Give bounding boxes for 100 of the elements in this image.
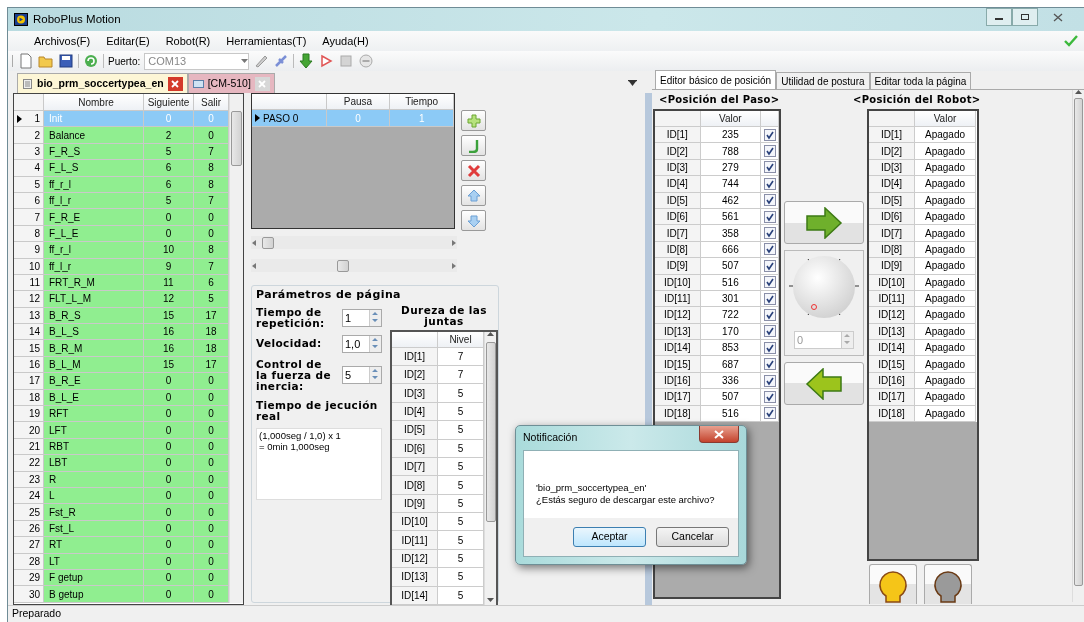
delete-step-button[interactable] [461, 160, 486, 181]
checkbox[interactable] [763, 374, 776, 387]
column-header[interactable]: Nombre [44, 94, 144, 111]
checkbox[interactable] [763, 292, 776, 305]
checkbox[interactable] [763, 227, 776, 240]
table-cell[interactable]: 516 [700, 405, 762, 423]
tab[interactable]: Utilidad de postura [776, 72, 870, 89]
scrollbar-thumb[interactable] [1074, 98, 1083, 586]
send-right-button[interactable] [784, 201, 864, 244]
light-off-button[interactable] [924, 564, 972, 604]
row-number[interactable]: 2 [14, 127, 44, 144]
scrollbar[interactable] [251, 236, 457, 249]
column-header[interactable]: Valor [915, 111, 976, 127]
download-button[interactable] [298, 53, 315, 69]
refresh-button[interactable] [83, 53, 99, 69]
spin-field[interactable]: 1 [342, 308, 382, 327]
dialog-button[interactable]: Aceptar [573, 527, 646, 547]
maximize-button[interactable] [1012, 8, 1038, 26]
column-header[interactable]: Valor [700, 111, 762, 127]
row-number[interactable]: 19 [14, 406, 44, 423]
save-button[interactable] [58, 53, 74, 69]
table-cell[interactable]: 462 [700, 192, 762, 209]
row-number[interactable]: 14 [14, 324, 44, 341]
scrollbar-thumb[interactable] [262, 236, 274, 249]
send-left-button[interactable] [784, 362, 864, 405]
dialog-button[interactable]: Cancelar [656, 527, 729, 547]
new-file-button[interactable] [18, 53, 34, 69]
row-number[interactable]: 9 [14, 242, 44, 259]
checkbox[interactable] [763, 407, 776, 420]
scrollbar[interactable] [484, 331, 496, 606]
menu-item[interactable]: Archivos(F) [26, 32, 99, 50]
pencil-button[interactable] [253, 53, 270, 69]
checkbox[interactable] [763, 259, 776, 272]
menu-item[interactable]: Ayuda(H) [314, 32, 377, 50]
checkbox[interactable] [763, 358, 776, 371]
table-cell[interactable]: 507 [700, 258, 762, 275]
checkbox[interactable] [763, 390, 776, 403]
checkbox[interactable] [763, 145, 776, 158]
play-button[interactable] [318, 53, 335, 69]
document-tab[interactable]: bio_prm_soccertypea_en [17, 73, 188, 93]
document-tab[interactable]: [CM-510] [187, 73, 275, 93]
table-cell[interactable]: 507 [700, 389, 762, 406]
column-header[interactable]: Siguiente [144, 94, 194, 111]
table-cell[interactable]: 744 [700, 176, 762, 193]
row-number[interactable]: 25 [14, 504, 44, 521]
checkbox[interactable] [763, 194, 776, 207]
row-number[interactable]: 20 [14, 422, 44, 439]
scrollbar[interactable] [229, 94, 243, 603]
tab-close-button[interactable] [167, 76, 183, 91]
port-dropdown[interactable]: COM13 [144, 52, 250, 70]
spin-field[interactable]: 5 [342, 366, 382, 385]
checkbox[interactable] [763, 177, 776, 190]
menu-item[interactable]: Editar(E) [98, 32, 158, 50]
scrollbar-thumb[interactable] [231, 111, 243, 166]
menu-item[interactable]: Herramientas(T) [218, 32, 315, 50]
insert-step-button[interactable] [461, 135, 486, 156]
light-on-button[interactable] [869, 564, 917, 604]
row-number[interactable]: 22 [14, 455, 44, 472]
checkbox[interactable] [763, 128, 776, 141]
row-number[interactable]: 4 [14, 160, 44, 177]
plug-button[interactable] [273, 53, 290, 69]
column-header[interactable]: Nivel [438, 331, 484, 348]
row-number[interactable]: 7 [14, 209, 44, 226]
row-number[interactable]: 27 [14, 537, 44, 554]
minimize-button[interactable] [986, 8, 1012, 26]
table-cell[interactable]: 722 [700, 307, 762, 324]
no-entry-button[interactable] [358, 53, 375, 69]
checkbox[interactable] [763, 325, 776, 338]
column-header[interactable]: Salir [194, 94, 229, 111]
row-number[interactable]: 15 [14, 340, 44, 357]
row-number[interactable]: 30 [14, 586, 44, 603]
scrollbar-thumb[interactable] [485, 341, 496, 522]
column-header[interactable]: Pausa [326, 94, 391, 110]
tab[interactable]: Editar toda la página [869, 72, 972, 89]
scrollbar[interactable] [1072, 90, 1084, 602]
checkbox[interactable] [763, 161, 776, 174]
row-header[interactable]: PASO 0 [252, 110, 327, 127]
table-cell[interactable]: 788 [700, 143, 762, 160]
checkbox[interactable] [763, 341, 776, 354]
move-up-button[interactable] [461, 185, 486, 206]
spin-field[interactable]: 1,0 [342, 334, 382, 353]
table-cell[interactable]: 687 [700, 356, 762, 373]
checkbox[interactable] [763, 210, 776, 223]
table-cell[interactable]: 516 [700, 274, 762, 291]
row-number[interactable]: 12 [14, 291, 44, 308]
checkbox[interactable] [763, 309, 776, 321]
row-number[interactable]: 17 [14, 373, 44, 390]
checkbox[interactable] [763, 276, 776, 289]
add-step-button[interactable] [461, 110, 486, 131]
move-down-button[interactable] [461, 210, 486, 231]
checkbox[interactable] [763, 243, 776, 256]
table-cell[interactable]: 358 [700, 225, 762, 242]
tab[interactable]: Editor básico de posición [655, 70, 777, 89]
close-button[interactable] [699, 426, 739, 443]
scrollbar[interactable] [251, 259, 457, 272]
field-label: Tiempo de jecución real [256, 399, 379, 422]
menu-item[interactable]: Robot(R) [157, 32, 219, 50]
column-header[interactable]: Tiempo [390, 94, 454, 110]
scrollbar-thumb[interactable] [337, 259, 349, 272]
row-number[interactable]: 1 [14, 111, 44, 128]
